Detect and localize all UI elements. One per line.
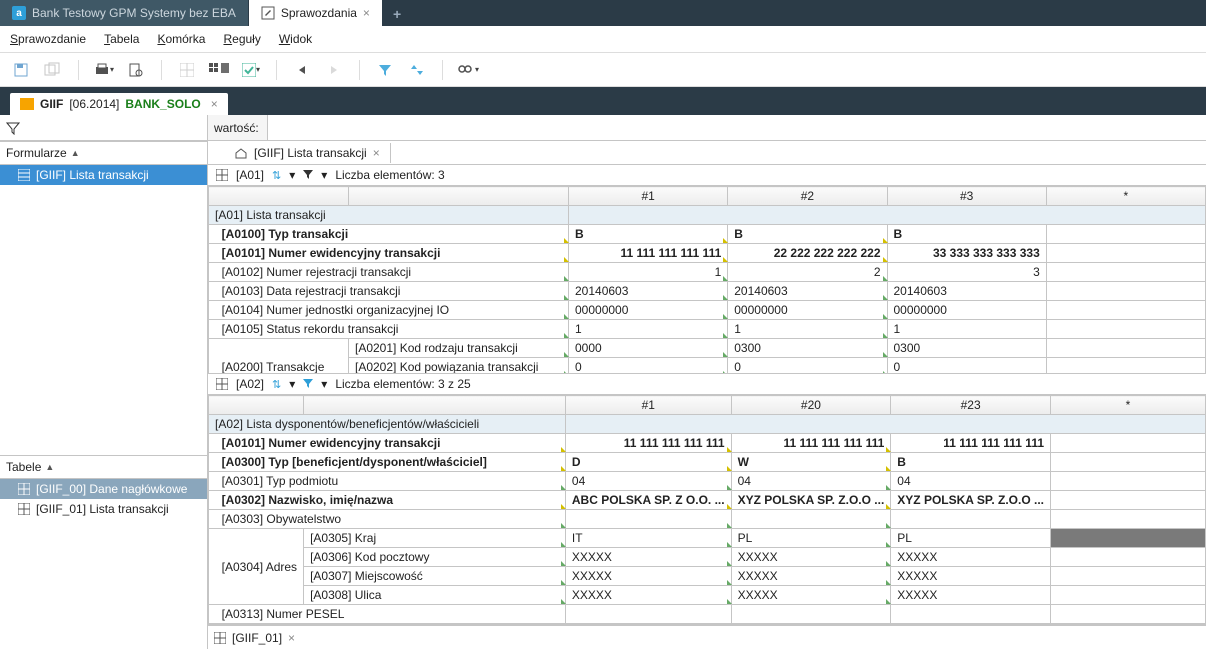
doc-tab-lista[interactable]: [GIIF] Lista transakcji ×	[224, 143, 391, 163]
doc-tabs: [GIIF] Lista transakcji ×	[208, 141, 1206, 165]
save-all-icon[interactable]	[42, 59, 64, 81]
subtab-scope: BANK_SOLO	[125, 97, 200, 111]
a01-count: Liczba elementów: 3	[335, 168, 444, 182]
form-item-label: [GIIF] Lista transakcji	[36, 168, 149, 182]
sidebar-filter	[0, 115, 207, 141]
table-icon	[18, 483, 30, 495]
value-input[interactable]	[268, 115, 1206, 140]
tab-reports-label: Sprawozdania	[281, 6, 357, 20]
forms-header[interactable]: Formularze ▲	[0, 141, 207, 165]
menu-reguly[interactable]: Reguły	[223, 32, 260, 46]
table-icon[interactable]	[176, 59, 198, 81]
save-icon[interactable]	[10, 59, 32, 81]
menu-komorka[interactable]: Komórka	[157, 32, 205, 46]
forms-header-label: Formularze	[6, 146, 67, 160]
table-item-01-label: [GIIF_01] Lista transakcji	[36, 502, 169, 516]
toolbar: ▾ ▾ ▾	[0, 53, 1206, 87]
undo-icon[interactable]	[291, 59, 313, 81]
report-badge-icon	[20, 98, 34, 110]
tab-bank[interactable]: a Bank Testowy GPM Systemy bez EBA	[0, 0, 249, 26]
tab-bank-label: Bank Testowy GPM Systemy bez EBA	[32, 6, 236, 20]
a01-code: [A01]	[236, 168, 264, 182]
a01-summary: [A01] ⇅▾ ▾ Liczba elementów: 3	[208, 165, 1206, 186]
subtab-close-icon[interactable]: ×	[211, 97, 218, 111]
subtab-bar: GIIF [06.2014] BANK_SOLO ×	[0, 87, 1206, 115]
menu-bar: Sprawozdanie Tabela Komórka Reguły Widok	[0, 26, 1206, 53]
sort-icon[interactable]: ⇅	[272, 169, 281, 182]
grid-icon	[216, 169, 228, 181]
tab-close-icon[interactable]: ×	[363, 6, 370, 20]
tables-header[interactable]: Tabele ▲	[0, 455, 207, 479]
a02-grid[interactable]: #1#20#23*[A02] Lista dysponentów/benefic…	[208, 395, 1206, 625]
right-panel: wartość: [GIIF] Lista transakcji × [A01]…	[208, 115, 1206, 649]
edit-icon	[261, 6, 275, 20]
tab-reports[interactable]: Sprawozdania ×	[249, 0, 383, 26]
print-icon[interactable]: ▾	[93, 59, 115, 81]
table-item-00[interactable]: [GIIF_00] Dane nagłówkowe	[0, 479, 207, 499]
redo-icon[interactable]	[323, 59, 345, 81]
collapse-icon: ▲	[45, 462, 54, 472]
left-panel: Formularze ▲ [GIIF] Lista transakcji Tab…	[0, 115, 208, 649]
grid-icon	[214, 632, 226, 644]
preview-icon[interactable]	[125, 59, 147, 81]
filter-small-icon[interactable]	[303, 378, 313, 391]
footer-tab-label[interactable]: [GIIF_01]	[232, 631, 282, 645]
subtab-giif[interactable]: GIIF [06.2014] BANK_SOLO ×	[10, 93, 228, 115]
window-tabs: a Bank Testowy GPM Systemy bez EBA Spraw…	[0, 0, 1206, 26]
tables-header-label: Tabele	[6, 460, 41, 474]
table-item-01[interactable]: [GIIF_01] Lista transakcji	[0, 499, 207, 519]
table-item-00-label: [GIIF_00] Dane nagłówkowe	[36, 482, 187, 496]
validate-icon[interactable]: ▾	[240, 59, 262, 81]
grid-calc-icon[interactable]	[208, 59, 230, 81]
sort-icon[interactable]: ⇅	[272, 378, 281, 391]
a01-grid[interactable]: #1#2#3*[A01] Lista transakcji [A0100] Ty…	[208, 186, 1206, 374]
grid-icon	[216, 378, 228, 390]
table-icon	[18, 503, 30, 515]
filter-icon[interactable]	[374, 59, 396, 81]
footer-tabs: [GIIF_01] ×	[208, 625, 1206, 649]
menu-widok[interactable]: Widok	[279, 32, 312, 46]
collapse-icon: ▲	[71, 148, 80, 158]
form-icon	[18, 169, 30, 181]
subtab-code: GIIF	[40, 97, 63, 111]
a02-summary: [A02] ⇅▾ ▾ Liczba elementów: 3 z 25	[208, 374, 1206, 395]
a02-code: [A02]	[236, 377, 264, 391]
value-row: wartość:	[208, 115, 1206, 141]
doc-tab-label: [GIIF] Lista transakcji	[254, 146, 367, 160]
funnel-icon[interactable]	[6, 121, 20, 135]
tab-add-button[interactable]: +	[383, 2, 411, 26]
a02-count: Liczba elementów: 3 z 25	[335, 377, 470, 391]
filter-small-icon[interactable]	[303, 169, 313, 182]
app-icon: a	[12, 6, 26, 20]
menu-tabela[interactable]: Tabela	[104, 32, 139, 46]
value-label: wartość:	[208, 115, 268, 140]
menu-sprawozdanie[interactable]: Sprawozdanie	[10, 32, 86, 46]
subtab-period: [06.2014]	[69, 97, 119, 111]
find-icon[interactable]: ▾	[457, 59, 479, 81]
main-area: Formularze ▲ [GIIF] Lista transakcji Tab…	[0, 115, 1206, 649]
footer-tab-close-icon[interactable]: ×	[288, 631, 295, 645]
form-item-lista[interactable]: [GIIF] Lista transakcji	[0, 165, 207, 185]
tables-tree: [GIIF_00] Dane nagłówkowe [GIIF_01] List…	[0, 479, 207, 519]
home-icon	[234, 147, 248, 159]
forms-tree: [GIIF] Lista transakcji	[0, 165, 207, 455]
sort-icon[interactable]	[406, 59, 428, 81]
doc-tab-close-icon[interactable]: ×	[373, 146, 380, 160]
